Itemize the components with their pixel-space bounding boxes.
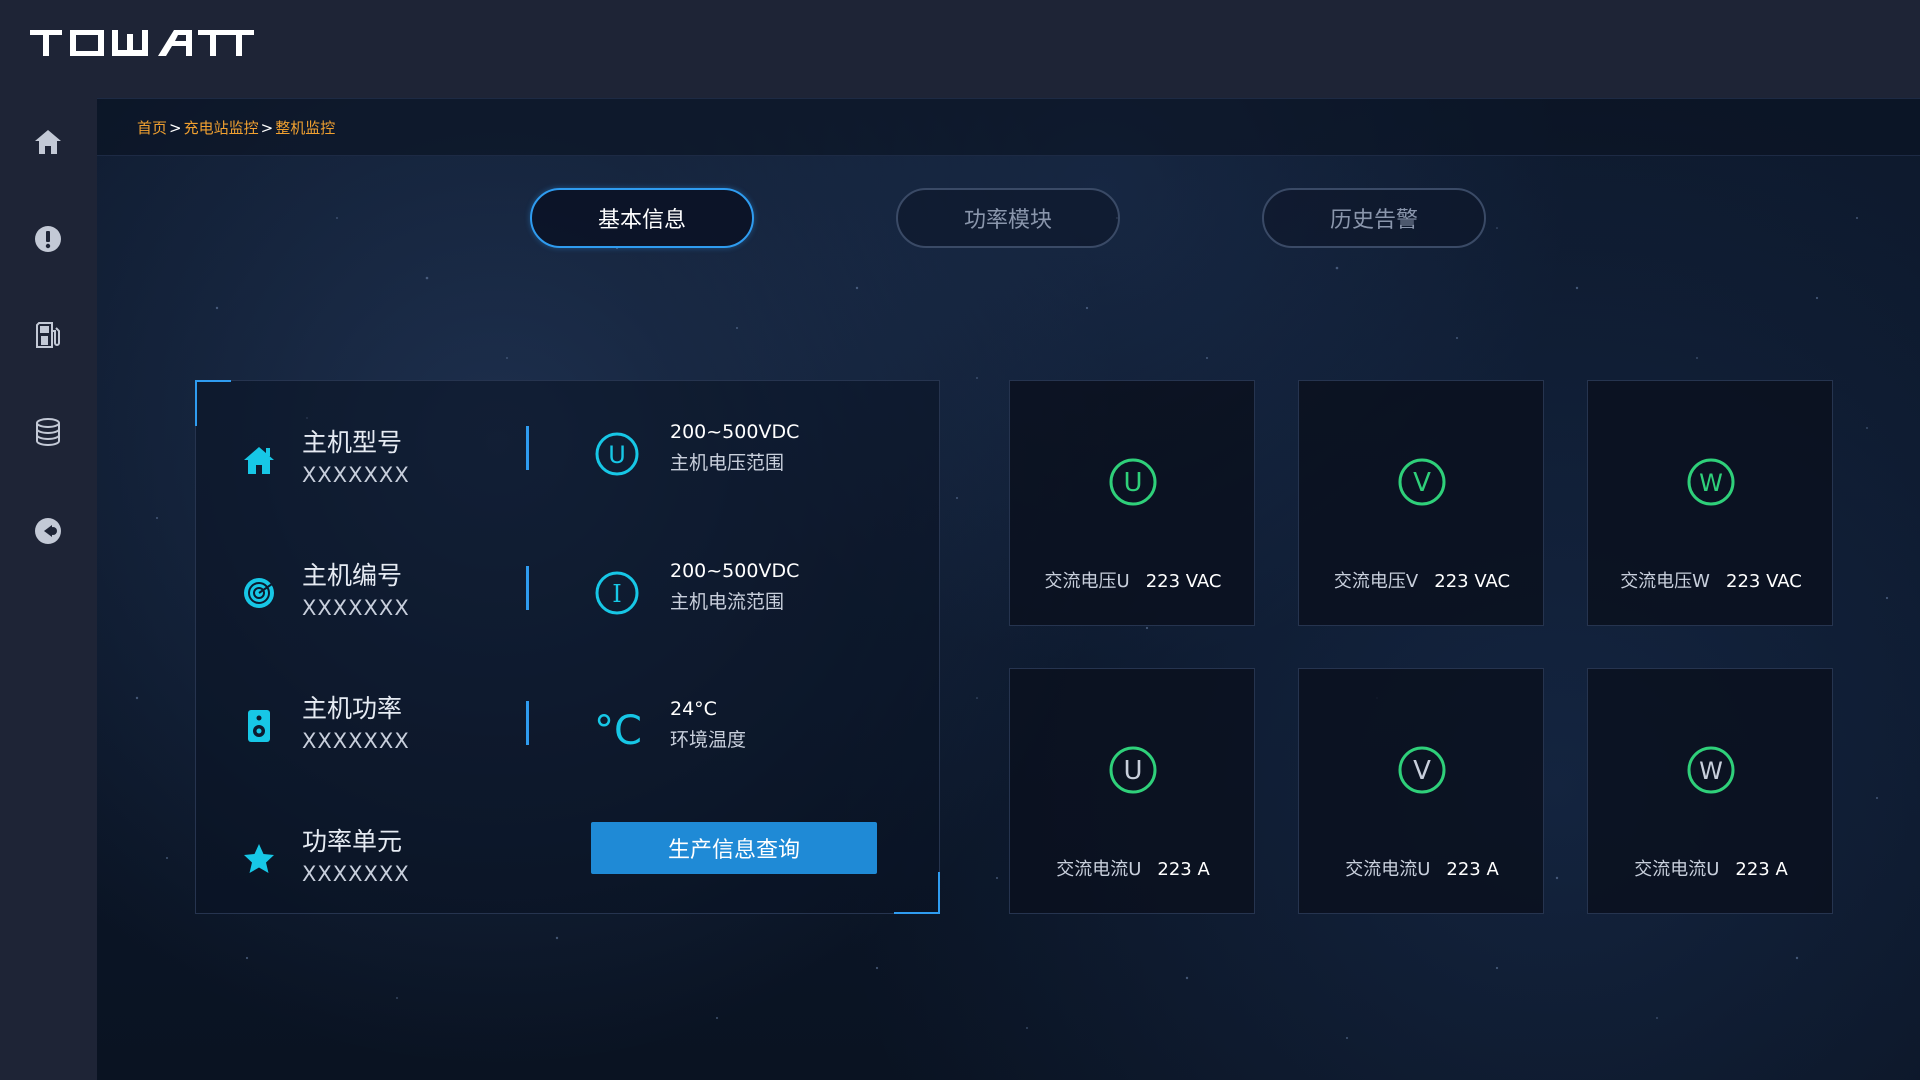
divider <box>526 566 529 610</box>
spec-current-range: I 200~500VDC 主机电流范围 <box>594 560 894 630</box>
towatt-logo <box>30 30 254 56</box>
svg-text:W: W <box>1699 757 1723 785</box>
phase-u-icon: U <box>1109 746 1157 794</box>
corner-decoration <box>894 872 940 914</box>
svg-text:U: U <box>1123 756 1142 786</box>
metric-caption: 交流电压U 223 VAC <box>1010 567 1256 593</box>
main-content: 首页 > 充电站监控 > 整机监控 基本信息 功率模块 历史告警 主机型号 XXXXXX… <box>97 98 1920 1080</box>
info-value: XXXXXXX <box>302 463 410 487</box>
breadcrumb-station-monitor[interactable]: 充电站监控 <box>184 119 259 137</box>
sidebar-item-database[interactable] <box>24 408 72 456</box>
phase-w-icon: W <box>1687 746 1735 794</box>
breadcrumb-machine-monitor[interactable]: 整机监控 <box>275 119 335 137</box>
metric-value: 223 A <box>1157 859 1210 880</box>
svg-text:I: I <box>612 580 621 608</box>
phase-v-icon: V <box>1398 746 1446 794</box>
metric-card-voltage-v: V 交流电压V 223 VAC <box>1298 380 1544 626</box>
home-icon <box>35 130 61 154</box>
metric-card-current-v: V 交流电流U 223 A <box>1298 668 1544 914</box>
basic-info-panel: 主机型号 XXXXXXX U 200~500VDC 主机电压范围 主机编号 XX… <box>195 380 940 914</box>
metric-name: 交流电流U <box>1634 859 1720 880</box>
divider <box>526 426 529 470</box>
spec-value: 24°C <box>670 698 717 720</box>
svg-text:W: W <box>1699 469 1723 497</box>
metric-name: 交流电压U <box>1044 571 1130 592</box>
breadcrumb: 首页 > 充电站监控 > 整机监控 <box>137 117 335 138</box>
celsius-icon: °C <box>594 708 642 754</box>
metric-name: 交流电压V <box>1333 571 1419 592</box>
star-icon <box>244 844 274 873</box>
svg-text:U: U <box>608 441 626 469</box>
sidebar-item-station[interactable] <box>24 311 72 359</box>
info-value: XXXXXXX <box>302 729 410 753</box>
house-icon <box>244 447 274 474</box>
info-label: 主机型号 <box>302 428 403 457</box>
metric-name: 交流电流U <box>1345 859 1431 880</box>
spec-desc: 环境温度 <box>670 729 747 751</box>
spec-desc: 主机电压范围 <box>670 452 785 474</box>
metric-caption: 交流电流U 223 A <box>1588 855 1834 881</box>
spec-value: 200~500VDC <box>670 421 800 443</box>
divider <box>526 701 529 745</box>
metric-name: 交流电压W <box>1620 571 1710 592</box>
phase-v-icon: V <box>1398 458 1446 506</box>
sidebar-item-other[interactable] <box>24 507 72 555</box>
info-label: 主机功率 <box>302 694 403 723</box>
alert-icon <box>35 226 61 252</box>
info-value: XXXXXXX <box>302 862 410 886</box>
metric-card-current-u: U 交流电流U 223 A <box>1009 668 1255 914</box>
tab-power-module[interactable]: 功率模块 <box>896 188 1120 248</box>
voltage-u-icon: U <box>595 432 639 476</box>
sidebar <box>0 98 97 1080</box>
metric-caption: 交流电流U 223 A <box>1299 855 1545 881</box>
current-i-icon: I <box>595 571 639 615</box>
metric-caption: 交流电流U 223 A <box>1010 855 1256 881</box>
tab-history-alarm[interactable]: 历史告警 <box>1262 188 1486 248</box>
spec-voltage-range: U 200~500VDC 主机电压范围 <box>594 421 894 491</box>
database-icon <box>36 418 60 446</box>
info-row-power-unit: 功率单元 XXXXXXX <box>242 822 522 902</box>
speaker-icon <box>248 710 270 742</box>
tab-basic-info[interactable]: 基本信息 <box>530 188 754 248</box>
info-row-model: 主机型号 XXXXXXX <box>242 423 522 503</box>
spec-value: 200~500VDC <box>670 560 800 582</box>
breadcrumb-separator: > <box>169 119 182 137</box>
corner-decoration <box>195 380 231 426</box>
breadcrumb-separator: > <box>260 119 274 137</box>
metric-card-current-w: W 交流电流U 223 A <box>1587 668 1833 914</box>
metric-card-voltage-u: U 交流电压U 223 VAC <box>1009 380 1255 626</box>
info-row-power: 主机功率 XXXXXXX <box>242 689 522 769</box>
spec-desc: 主机电流范围 <box>670 591 785 613</box>
target-icon <box>244 578 274 608</box>
svg-text:V: V <box>1413 468 1431 498</box>
sidebar-item-home[interactable] <box>24 118 72 166</box>
sidebar-item-alarm[interactable] <box>24 215 72 263</box>
breadcrumb-bar: 首页 > 充电站监控 > 整机监控 <box>97 98 1920 156</box>
metric-value: 223 A <box>1735 859 1788 880</box>
svg-text:V: V <box>1413 756 1431 786</box>
metric-value: 223 VAC <box>1145 571 1222 592</box>
info-label: 功率单元 <box>302 827 403 856</box>
phase-u-icon: U <box>1109 458 1157 506</box>
metric-caption: 交流电压V 223 VAC <box>1299 567 1545 593</box>
circle-arrow-icon <box>35 518 61 544</box>
metric-card-voltage-w: W 交流电压W 223 VAC <box>1587 380 1833 626</box>
spec-temperature: °C 24°C 环境温度 <box>594 698 894 768</box>
metric-value: 223 A <box>1446 859 1499 880</box>
breadcrumb-home[interactable]: 首页 <box>137 119 167 137</box>
metric-value: 223 VAC <box>1726 571 1802 592</box>
info-row-serial: 主机编号 XXXXXXX <box>242 556 522 636</box>
info-value: XXXXXXX <box>302 596 410 620</box>
svg-text:U: U <box>1123 468 1142 498</box>
top-header <box>0 0 1920 98</box>
metric-caption: 交流电压W 223 VAC <box>1588 567 1834 593</box>
phase-w-icon: W <box>1687 458 1735 506</box>
metric-value: 223 VAC <box>1434 571 1511 592</box>
fuel-station-icon <box>36 322 60 348</box>
production-info-query-button[interactable]: 生产信息查询 <box>591 822 877 874</box>
info-label: 主机编号 <box>302 561 403 590</box>
metric-name: 交流电流U <box>1056 859 1142 880</box>
